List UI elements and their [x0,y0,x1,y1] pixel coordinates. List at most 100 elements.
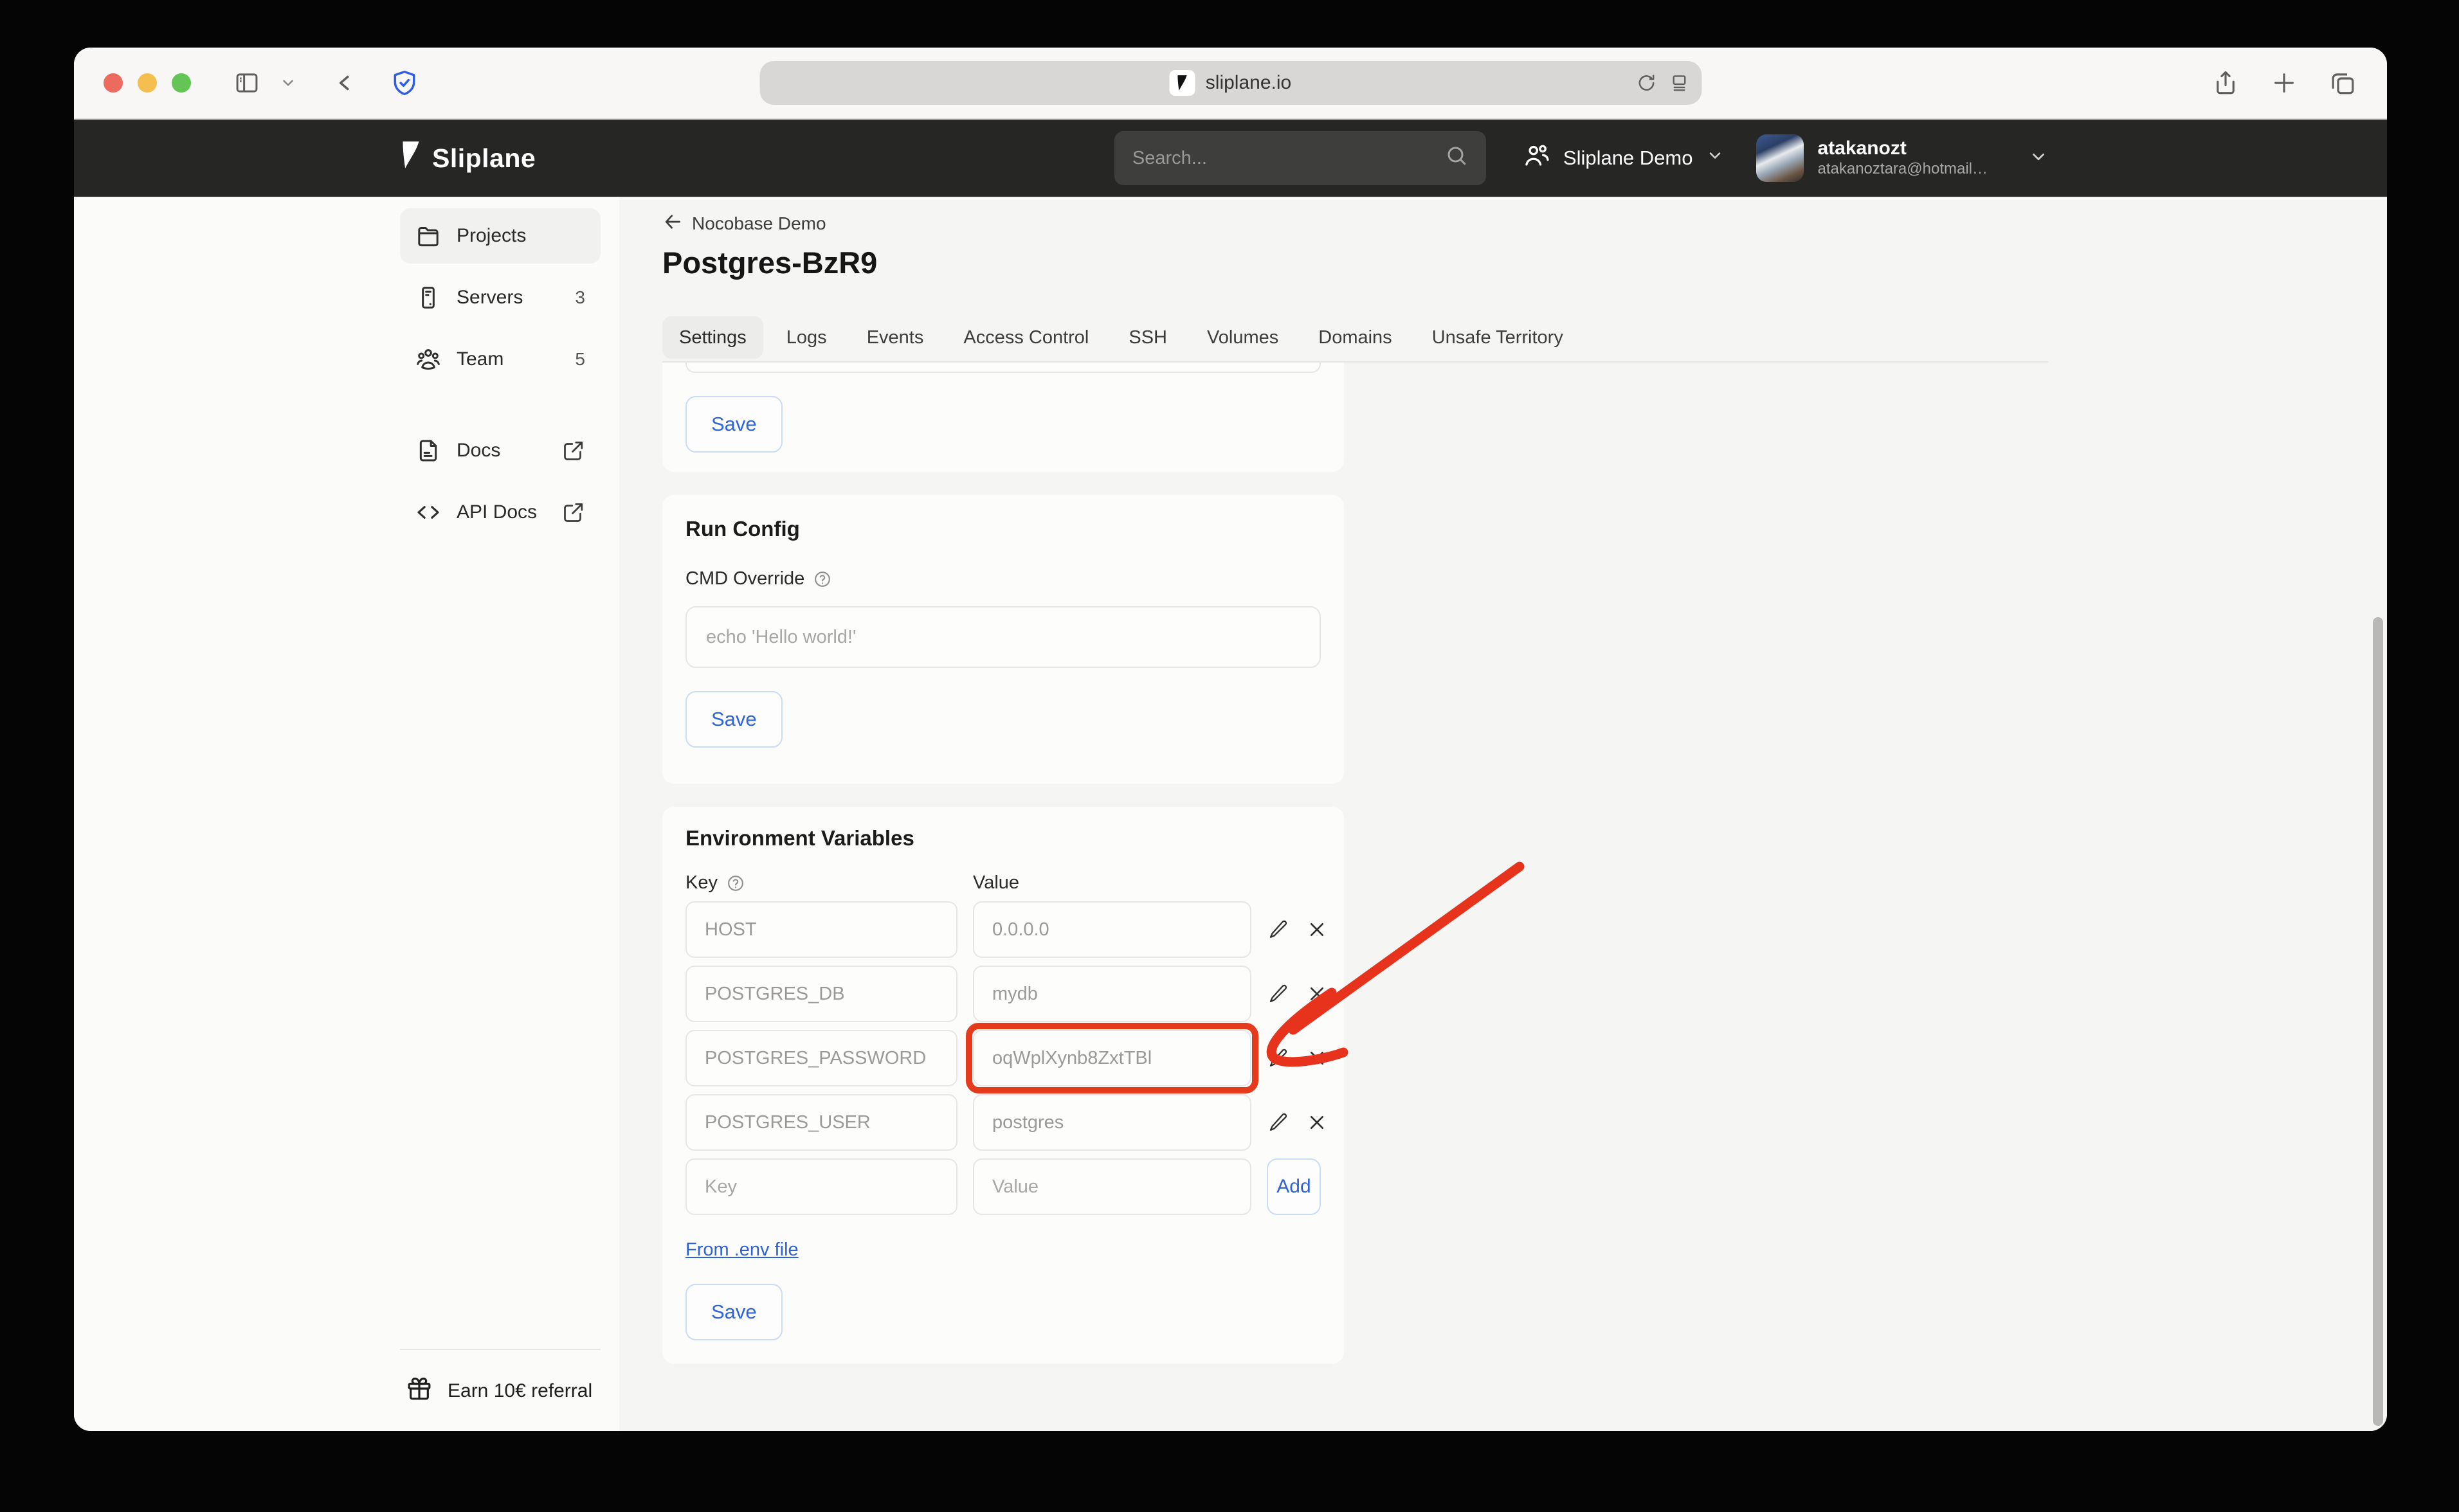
window-controls [104,73,191,93]
env-value-input[interactable] [973,901,1251,958]
env-variable-row [685,1094,1321,1151]
help-circle-icon[interactable] [813,570,831,588]
site-favicon [1170,70,1195,96]
tab[interactable]: Access Control [947,316,1105,359]
breadcrumb-label: Nocobase Demo [692,213,826,234]
env-key-input[interactable] [685,1094,957,1151]
env-file-link[interactable]: From .env file [685,1239,799,1261]
env-value-input[interactable] [973,966,1251,1022]
cmd-override-input[interactable] [685,606,1321,668]
save-button[interactable]: Save [685,396,783,453]
address-bar[interactable]: sliplane.io [759,61,1701,105]
reader-icon[interactable] [1669,73,1689,93]
env-variable-row [685,1030,1321,1086]
browser-window: sliplane.io [74,48,2387,1431]
chevron-down-icon [1706,147,1724,170]
tab[interactable]: Events [850,316,941,359]
tab[interactable]: Volumes [1190,316,1295,359]
key-column-label: Key [685,872,718,894]
tab[interactable]: Settings [662,316,763,359]
help-circle-icon[interactable] [727,874,745,892]
user-menu[interactable]: atakanozt atakanoztara@hotmail… [1756,134,2049,182]
external-link-icon [562,501,585,524]
card-title: Environment Variables [685,826,1321,851]
workspace-selector[interactable]: Sliplane Demo [1523,142,1724,174]
env-key-input[interactable] [685,966,957,1022]
zoom-window-button[interactable] [172,73,191,93]
close-window-button[interactable] [104,73,123,93]
share-icon[interactable] [2212,69,2239,96]
value-column-label: Value [973,872,1019,894]
tab[interactable]: Logs [770,316,844,359]
delete-icon[interactable] [1307,984,1327,1004]
sidebar-link-label: Docs [457,440,500,462]
avatar [1756,134,1804,182]
app-header: Sliplane Search... Sliplane Demo [74,120,2387,197]
sidebar-link[interactable]: API Docs [400,485,601,540]
arrow-left-icon [662,212,683,237]
search-input[interactable]: Search... [1114,131,1486,185]
card-title: Run Config [685,517,1321,541]
tabs-icon[interactable] [2329,69,2356,96]
user-email: atakanoztara@hotmail… [1818,159,1988,179]
sidebar-item-label: Servers [457,287,523,309]
sliplane-logo[interactable]: Sliplane [400,140,536,176]
brand-name: Sliplane [432,143,536,174]
delete-icon[interactable] [1307,1112,1327,1133]
run-config-card: Run Config CMD Override Save [662,495,1344,784]
sidebar-item[interactable]: Servers 3 [400,270,601,325]
scrollbar-thumb[interactable] [2373,617,2383,1426]
app-body: Projects Servers 3 Team 5 [74,197,2387,1431]
sidebar-item-badge: 5 [575,349,585,370]
team-icon [1523,142,1550,174]
edit-icon[interactable] [1268,984,1289,1004]
tab[interactable]: SSH [1112,316,1184,359]
shield-check-icon[interactable] [390,69,419,97]
save-button[interactable]: Save [685,1284,783,1340]
clipped-input[interactable] [685,363,1321,373]
sidebar-item-badge: 3 [575,287,585,308]
external-link-icon [562,439,585,462]
sliplane-flag-icon [400,140,422,176]
tab[interactable]: Domains [1302,316,1408,359]
user-name: atakanozt [1818,138,1988,159]
referral-link[interactable]: Earn 10€ referral [400,1368,601,1414]
code-icon [415,500,441,525]
delete-icon[interactable] [1307,919,1327,940]
tab-bar: SettingsLogsEventsAccess ControlSSHVolum… [662,316,2048,363]
gift-icon [406,1376,432,1407]
sidebar-item[interactable]: Projects [400,208,601,264]
sidebar-chevron-icon[interactable] [280,75,296,91]
env-value-input[interactable] [973,1094,1251,1151]
folder-icon [415,223,441,249]
new-value-input[interactable] [973,1158,1251,1215]
env-variable-row [685,901,1321,958]
env-variables-card: Environment Variables Key Value [662,807,1344,1364]
env-key-input[interactable] [685,901,957,958]
sidebar-item[interactable]: Team 5 [400,332,601,387]
edit-icon[interactable] [1268,919,1289,940]
sidebar-item-label: Projects [457,225,526,247]
add-button[interactable]: Add [1267,1158,1321,1215]
env-key-input[interactable] [685,1030,957,1086]
delete-icon[interactable] [1307,1048,1327,1068]
sidebar-panel-icon[interactable] [233,69,260,96]
sidebar-link[interactable]: Docs [400,423,601,478]
new-tab-icon[interactable] [2271,70,2297,96]
referral-label: Earn 10€ referral [448,1380,592,1402]
save-button[interactable]: Save [685,691,783,748]
env-value-input[interactable] [973,1030,1251,1086]
sidebar-nav: Projects Servers 3 Team 5 [400,197,601,1431]
team-icon [415,346,441,372]
browser-toolbar: sliplane.io [74,48,2387,120]
edit-icon[interactable] [1268,1112,1289,1133]
tab[interactable]: Unsafe Territory [1415,316,1580,359]
new-key-input[interactable] [685,1158,957,1215]
main-content: Nocobase Demo Postgres-BzR9 SettingsLogs… [662,197,2048,1431]
cmd-override-label: CMD Override [685,568,804,590]
minimize-window-button[interactable] [138,73,157,93]
reload-icon[interactable] [1636,73,1656,93]
breadcrumb[interactable]: Nocobase Demo [662,211,2048,237]
edit-icon[interactable] [1268,1048,1289,1068]
back-icon[interactable] [332,71,357,95]
